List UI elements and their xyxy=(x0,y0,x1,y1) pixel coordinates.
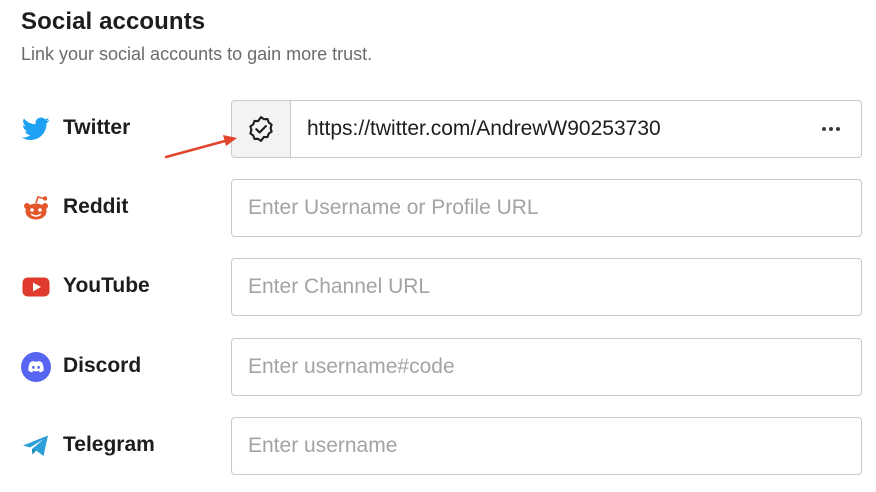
twitter-bird-icon xyxy=(21,115,51,143)
youtube-label: YouTube xyxy=(63,274,150,297)
telegram-plane-icon xyxy=(21,432,51,460)
discord-field[interactable] xyxy=(231,338,862,396)
twitter-url-value[interactable]: https://twitter.com/AndrewW90253730 xyxy=(291,117,801,141)
discord-input[interactable] xyxy=(232,339,861,395)
reddit-alien-icon xyxy=(21,194,51,222)
telegram-input[interactable] xyxy=(232,418,861,474)
twitter-row: Twitter https://twitter.com/AndrewW90253… xyxy=(0,100,876,158)
verified-badge-icon xyxy=(249,116,273,142)
more-horizontal-icon[interactable] xyxy=(801,101,861,157)
reddit-label: Reddit xyxy=(63,195,129,218)
reddit-field[interactable] xyxy=(231,179,862,237)
red-arrow-icon xyxy=(164,135,237,159)
youtube-field[interactable] xyxy=(231,258,862,316)
section-subtitle: Link your social accounts to gain more t… xyxy=(21,44,373,64)
reddit-row: Reddit xyxy=(0,179,876,237)
telegram-row: Telegram xyxy=(0,417,876,475)
discord-row: Discord xyxy=(0,338,876,396)
discord-icon xyxy=(21,352,51,382)
reddit-input[interactable] xyxy=(232,180,861,236)
youtube-input[interactable] xyxy=(232,259,861,315)
discord-label: Discord xyxy=(63,354,142,377)
twitter-field[interactable]: https://twitter.com/AndrewW90253730 xyxy=(231,100,862,158)
twitter-label: Twitter xyxy=(63,116,131,139)
youtube-play-icon xyxy=(21,273,51,301)
youtube-row: YouTube xyxy=(0,258,876,316)
section-title: Social accounts xyxy=(21,8,206,35)
telegram-label: Telegram xyxy=(63,433,155,456)
telegram-field[interactable] xyxy=(231,417,862,475)
